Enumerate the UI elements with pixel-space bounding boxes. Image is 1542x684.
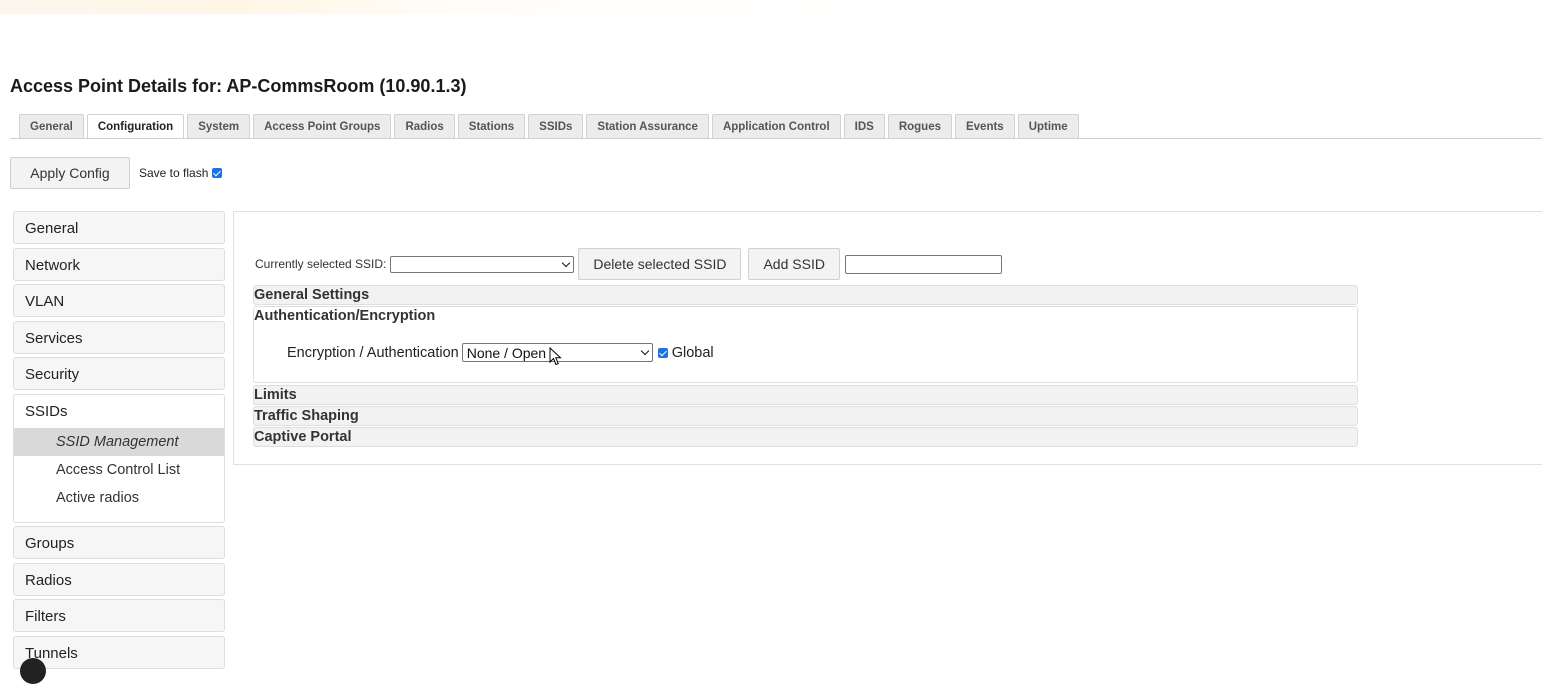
sidebar-item-security[interactable]: Security	[13, 357, 225, 390]
page-title: Access Point Details for: AP-CommsRoom (…	[10, 76, 467, 96]
sidebar-item-network[interactable]: Network	[13, 247, 225, 281]
section-limits-title: Limits	[254, 387, 297, 403]
section-general-settings[interactable]: General Settings	[253, 285, 1358, 305]
tab-stations[interactable]: Stations	[457, 114, 526, 138]
section-auth-title[interactable]: Authentication/Encryption	[254, 307, 1357, 325]
tab-rogues[interactable]: Rogues	[887, 114, 952, 138]
sidebar-item-ssids[interactable]: SSIDs	[14, 395, 224, 428]
section-general-settings-title: General Settings	[254, 287, 370, 303]
section-limits[interactable]: Limits	[253, 385, 1358, 405]
top-banner	[0, 0, 1542, 14]
add-ssid-button[interactable]: Add SSID	[748, 248, 840, 280]
sidebar-item-general[interactable]: General	[13, 211, 225, 244]
encryption-row: Encryption / Authentication None / Open …	[287, 343, 714, 362]
delete-ssid-button[interactable]: Delete selected SSID	[578, 248, 742, 280]
sidebar-group-ssids: SSIDs SSID Management Access Control Lis…	[13, 393, 225, 523]
sidebar-item-filters[interactable]: Filters	[13, 599, 225, 632]
save-to-flash: Save to flash	[139, 166, 223, 180]
tab-ids[interactable]: IDS	[843, 114, 885, 138]
save-to-flash-label: Save to flash	[139, 166, 209, 180]
encryption-value: None / Open	[466, 345, 547, 361]
tab-bar: General Configuration System Access Poin…	[19, 114, 1079, 139]
tab-radios[interactable]: Radios	[394, 114, 455, 138]
tab-general[interactable]: General	[19, 114, 84, 138]
selected-ssid-select[interactable]	[390, 255, 575, 273]
apply-config-button[interactable]: Apply Config	[10, 157, 130, 189]
tab-access-point-groups[interactable]: Access Point Groups	[253, 114, 392, 138]
new-ssid-input[interactable]	[844, 254, 1002, 274]
chevron-down-icon	[562, 258, 571, 267]
section-traffic-shaping-title: Traffic Shaping	[254, 408, 359, 424]
section-traffic-shaping[interactable]: Traffic Shaping	[253, 406, 1358, 426]
tab-system[interactable]: System	[187, 114, 251, 138]
encryption-label: Encryption / Authentication	[287, 344, 459, 361]
section-captive-portal[interactable]: Captive Portal	[253, 427, 1358, 447]
sidebar-subitem-access-control-list[interactable]: Access Control List	[14, 456, 224, 484]
sidebar-item-tunnels[interactable]: Tunnels	[13, 635, 225, 669]
tab-ssids[interactable]: SSIDs	[528, 114, 584, 138]
tab-station-assurance[interactable]: Station Assurance	[586, 114, 709, 138]
mouse-pointer-icon	[549, 347, 562, 366]
save-to-flash-checkbox[interactable]	[212, 168, 223, 178]
config-sidebar: General Network VLAN Services Security S…	[13, 211, 225, 672]
selected-ssid-label: Currently selected SSID:	[255, 257, 387, 271]
tab-configuration[interactable]: Configuration	[86, 114, 185, 139]
ssid-management-panel: Currently selected SSID: Delete selected…	[233, 211, 1542, 465]
sidebar-item-groups[interactable]: Groups	[13, 526, 225, 559]
chevron-down-icon	[640, 346, 649, 356]
section-captive-portal-title: Captive Portal	[254, 429, 352, 445]
tab-divider	[10, 138, 1542, 139]
sidebar-item-radios[interactable]: Radios	[13, 562, 225, 596]
tab-application-control[interactable]: Application Control	[711, 114, 841, 138]
global-checkbox[interactable]	[657, 347, 668, 358]
sidebar-subitem-active-radios[interactable]: Active radios	[14, 484, 224, 512]
ssid-toolbar: Currently selected SSID: Delete selected…	[255, 248, 1002, 280]
taskbar-icon	[20, 658, 46, 684]
sidebar-subitem-ssid-management[interactable]: SSID Management	[14, 427, 224, 456]
tab-events[interactable]: Events	[954, 114, 1015, 138]
global-label: Global	[671, 344, 714, 361]
sidebar-item-services[interactable]: Services	[13, 320, 225, 354]
sidebar-item-vlan[interactable]: VLAN	[13, 284, 225, 317]
tab-uptime[interactable]: Uptime	[1017, 114, 1079, 138]
